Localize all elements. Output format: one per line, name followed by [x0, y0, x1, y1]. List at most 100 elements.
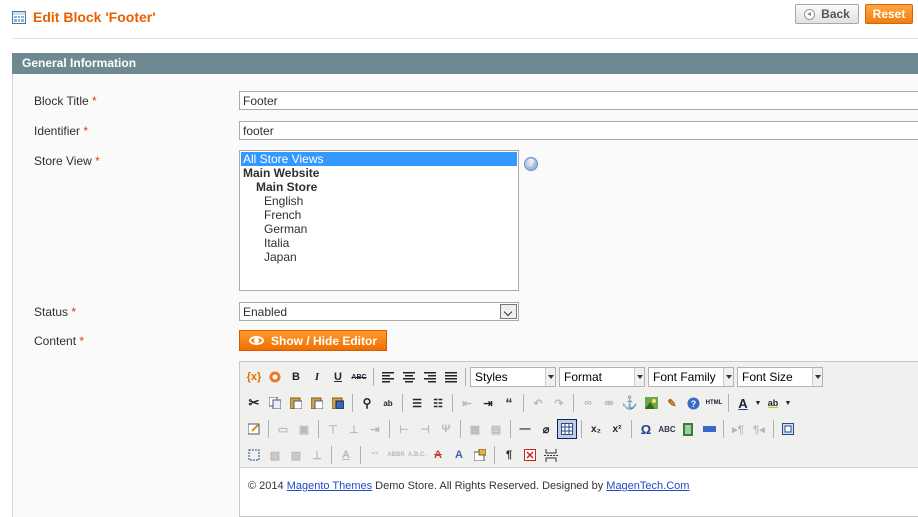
- outdent-icon[interactable]: ⇤: [457, 393, 477, 413]
- underline-icon[interactable]: U: [328, 367, 348, 387]
- paste-word-icon[interactable]: [328, 393, 348, 413]
- bullet-list-icon[interactable]: ☰: [407, 393, 427, 413]
- back-button[interactable]: Back: [795, 4, 859, 24]
- identifier-input[interactable]: footer: [239, 121, 918, 140]
- edit-css-icon[interactable]: [244, 419, 264, 439]
- insert-variable-icon[interactable]: {x}: [244, 367, 264, 387]
- store-view-multiselect[interactable]: All Store Views Main Website Main Store …: [239, 150, 519, 291]
- delete-col-icon[interactable]: Ψ: [436, 419, 456, 439]
- wysiwyg-editor[interactable]: {x} B I U ABC Styles Format Font Family …: [239, 361, 918, 517]
- store-view-option[interactable]: French: [240, 208, 518, 222]
- format-dropdown[interactable]: Format: [559, 367, 645, 387]
- toolbar-separator: [510, 420, 511, 438]
- del-icon[interactable]: A: [428, 445, 448, 465]
- rtl-icon[interactable]: ¶◂: [749, 419, 769, 439]
- help-editor-icon[interactable]: ?: [683, 393, 703, 413]
- reset-button[interactable]: Reset: [865, 4, 913, 24]
- cleanup-icon[interactable]: ✎: [662, 393, 682, 413]
- move-forward-icon[interactable]: ▨: [265, 445, 285, 465]
- store-view-option[interactable]: Main Store: [240, 180, 518, 194]
- styles-dropdown[interactable]: Styles: [470, 367, 556, 387]
- unlink-icon[interactable]: ⚮: [599, 393, 619, 413]
- page-break-icon[interactable]: [541, 445, 561, 465]
- bold-icon[interactable]: B: [286, 367, 306, 387]
- replace-icon[interactable]: ab: [378, 393, 398, 413]
- show-hide-editor-button[interactable]: Show / Hide Editor: [239, 330, 387, 351]
- align-justify-icon[interactable]: [441, 367, 461, 387]
- align-left-icon[interactable]: [378, 367, 398, 387]
- anchor-icon[interactable]: ⚓: [620, 393, 640, 413]
- acronym-icon[interactable]: A.B.C.: [407, 445, 427, 465]
- strikethrough-icon[interactable]: ABC: [349, 367, 369, 387]
- cut-icon[interactable]: ✂: [244, 393, 264, 413]
- store-view-option[interactable]: Japan: [240, 250, 518, 264]
- styleprops-icon[interactable]: A: [336, 445, 356, 465]
- insert-layer-icon[interactable]: [244, 445, 264, 465]
- cite-icon[interactable]: “”: [365, 445, 385, 465]
- fullscreen-icon[interactable]: [778, 419, 798, 439]
- store-view-option[interactable]: All Store Views: [241, 152, 517, 166]
- block-title-input[interactable]: Footer: [239, 91, 918, 110]
- svg-text:?: ?: [690, 399, 696, 409]
- delete-row-icon[interactable]: ⇥: [365, 419, 385, 439]
- absolute-icon[interactable]: ⊥: [307, 445, 327, 465]
- copy-icon[interactable]: [265, 393, 285, 413]
- ltr-icon[interactable]: ▸¶: [728, 419, 748, 439]
- store-view-option[interactable]: English: [240, 194, 518, 208]
- indent-icon[interactable]: ⇥: [478, 393, 498, 413]
- subscript-icon[interactable]: x₂: [586, 419, 606, 439]
- text-color-icon[interactable]: A: [733, 393, 753, 413]
- ins-icon[interactable]: A: [449, 445, 469, 465]
- horizontal-rule-icon[interactable]: —: [515, 419, 535, 439]
- blockquote-icon[interactable]: “: [499, 393, 519, 413]
- paste-text-icon[interactable]: [307, 393, 327, 413]
- abbr-icon[interactable]: ABBR: [386, 445, 406, 465]
- insert-widget-icon[interactable]: [265, 367, 285, 387]
- status-value: Enabled: [243, 305, 288, 319]
- store-view-option[interactable]: Italia: [240, 236, 518, 250]
- content-link[interactable]: MagenTech.Com: [606, 480, 689, 492]
- table-row-props-icon[interactable]: ▭: [273, 419, 293, 439]
- align-right-icon[interactable]: [420, 367, 440, 387]
- move-backward-icon[interactable]: ▧: [286, 445, 306, 465]
- visual-chars-icon[interactable]: ¶: [499, 445, 519, 465]
- insert-table-icon[interactable]: [557, 419, 577, 439]
- align-center-icon[interactable]: [399, 367, 419, 387]
- html-source-icon[interactable]: HTML: [704, 393, 724, 413]
- spellcheck-icon[interactable]: ABC: [657, 419, 677, 439]
- split-cells-icon[interactable]: ▦: [465, 419, 485, 439]
- superscript-icon[interactable]: x²: [607, 419, 627, 439]
- italic-icon[interactable]: I: [307, 367, 327, 387]
- link-icon[interactable]: ∞: [578, 393, 598, 413]
- editor-content[interactable]: © 2014 Magento Themes Demo Store. All Ri…: [248, 480, 689, 492]
- toolbar-separator: [460, 420, 461, 438]
- undo-icon[interactable]: ↶: [528, 393, 548, 413]
- table-cell-props-icon[interactable]: ▣: [294, 419, 314, 439]
- font-size-dropdown[interactable]: Font Size: [737, 367, 823, 387]
- attributes-icon[interactable]: [470, 445, 490, 465]
- insert-col-after-icon[interactable]: ⊣: [415, 419, 435, 439]
- nonbreaking-icon[interactable]: [699, 419, 719, 439]
- numbered-list-icon[interactable]: ☷: [428, 393, 448, 413]
- store-view-option[interactable]: German: [240, 222, 518, 236]
- insert-col-before-icon[interactable]: ⊢: [394, 419, 414, 439]
- redo-icon[interactable]: ↷: [549, 393, 569, 413]
- background-color-icon[interactable]: ab: [763, 393, 783, 413]
- store-view-option[interactable]: Main Website: [240, 166, 518, 180]
- merge-cells-icon[interactable]: ▤: [486, 419, 506, 439]
- visual-aid-icon[interactable]: [520, 445, 540, 465]
- insert-row-before-icon[interactable]: ⊤: [323, 419, 343, 439]
- content-link[interactable]: Magento Themes: [287, 480, 372, 492]
- help-icon[interactable]: ?: [524, 157, 538, 171]
- find-icon[interactable]: ⚲: [357, 393, 377, 413]
- status-select[interactable]: Enabled: [239, 302, 519, 321]
- media-icon[interactable]: [678, 419, 698, 439]
- image-icon[interactable]: [641, 393, 661, 413]
- chevron-down-icon[interactable]: ▼: [754, 393, 762, 413]
- paste-icon[interactable]: [286, 393, 306, 413]
- font-family-dropdown[interactable]: Font Family: [648, 367, 734, 387]
- insert-row-after-icon[interactable]: ⊥: [344, 419, 364, 439]
- chevron-down-icon[interactable]: ▼: [784, 393, 792, 413]
- remove-format-icon[interactable]: ⌀: [536, 419, 556, 439]
- special-char-icon[interactable]: Ω: [636, 419, 656, 439]
